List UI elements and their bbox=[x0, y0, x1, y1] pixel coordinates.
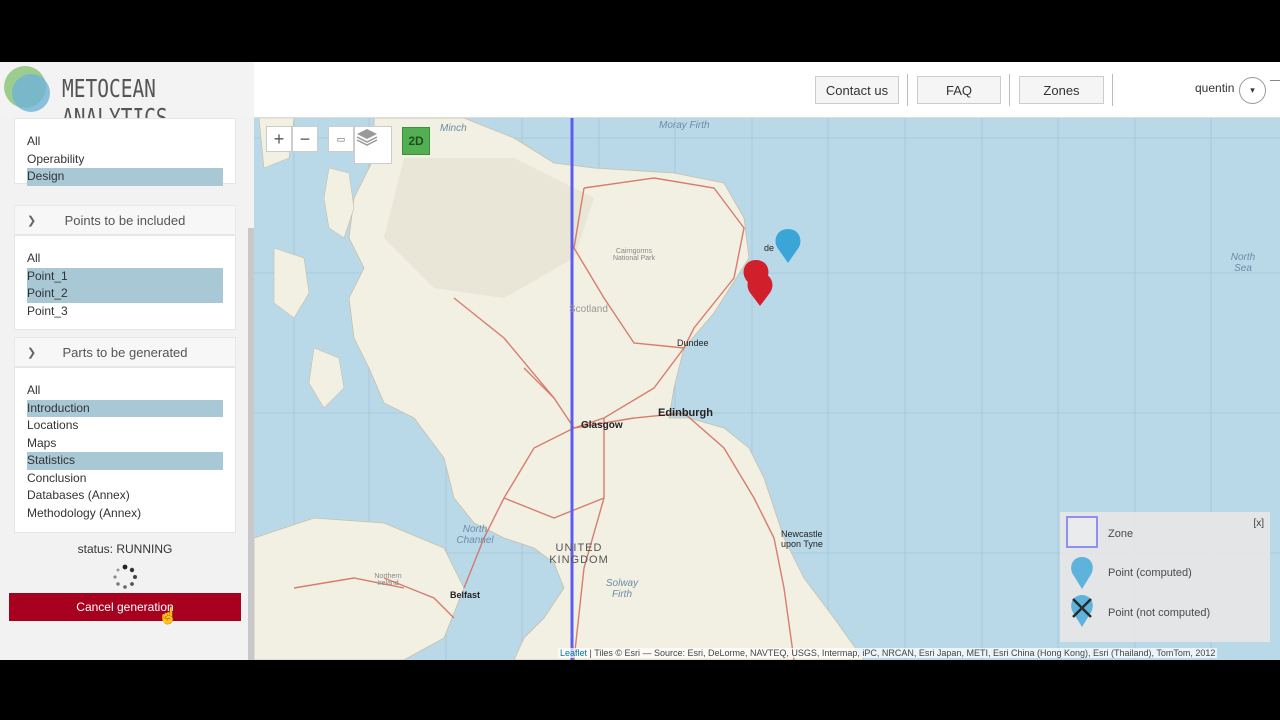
part-option-conclusion[interactable]: Conclusion bbox=[27, 470, 223, 488]
loading-spinner-icon bbox=[113, 564, 137, 589]
place-label-edinburgh: Edinburgh bbox=[658, 407, 713, 419]
legend-label-point-computed: Point (computed) bbox=[1108, 567, 1192, 579]
layers-icon bbox=[356, 129, 378, 146]
legend-close-button[interactable]: [x] bbox=[1253, 518, 1264, 529]
part-option-databases-annex[interactable]: Databases (Annex) bbox=[27, 487, 223, 505]
place-label-glasgow: Glasgow bbox=[581, 420, 623, 431]
type-option-design[interactable]: Design bbox=[27, 168, 223, 186]
map-legend: [x] Zone Point (computed) Point (not com… bbox=[1060, 512, 1270, 642]
menu-edge-icon bbox=[1270, 80, 1280, 81]
place-label-dundee: Dundee bbox=[677, 338, 709, 348]
part-option-introduction[interactable]: Introduction bbox=[27, 399, 223, 417]
sea-label-north-channel: North Channel bbox=[456, 524, 494, 546]
point-option-all[interactable]: All bbox=[27, 250, 223, 268]
part-option-statistics[interactable]: Statistics bbox=[27, 452, 223, 470]
blue-marker-icon bbox=[1071, 557, 1093, 589]
attribution-text: | Tiles © Esri — Source: Esri, DeLorme, … bbox=[589, 648, 1216, 658]
top-header: METOCEAN ANALYTICS Contact us FAQ Zones … bbox=[0, 62, 1280, 132]
sea-label-solway-firth: Solway Firth bbox=[605, 578, 639, 600]
app-window: METOCEAN ANALYTICS Contact us FAQ Zones … bbox=[0, 62, 1280, 660]
user-menu-dropdown[interactable]: ▾ bbox=[1239, 77, 1266, 104]
sea-label-north-sea: North Sea bbox=[1230, 252, 1256, 274]
generation-status: status: RUNNING bbox=[77, 542, 173, 556]
points-panel-title: Points to be included bbox=[64, 213, 186, 228]
legend-label-zone: Zone bbox=[1108, 528, 1134, 540]
zoom-in-button[interactable]: + bbox=[266, 126, 292, 152]
fullscreen-button[interactable]: ▭ bbox=[328, 126, 354, 152]
logo-blue-circle bbox=[12, 74, 50, 112]
hand-cursor-icon: ☝ bbox=[158, 608, 178, 625]
point-option-3[interactable]: Point_3 bbox=[27, 303, 223, 321]
place-label-newcastle: Newcastle upon Tyne bbox=[781, 529, 823, 549]
zone-square-icon bbox=[1066, 516, 1098, 548]
place-label-scotland: Scotland bbox=[569, 304, 608, 315]
username: quentin bbox=[1195, 81, 1235, 95]
chevron-down-icon: ▾ bbox=[1250, 85, 1255, 95]
place-label-northern-ireland: Northern Ireland bbox=[374, 573, 402, 587]
legend-label-point-not-computed: Point (not computed) bbox=[1108, 607, 1211, 619]
sea-label-moray-firth: Moray Firth bbox=[659, 120, 710, 131]
map-view[interactable]: Minch Moray Firth North Sea North Channe… bbox=[254, 118, 1280, 660]
type-option-all[interactable]: All bbox=[27, 133, 223, 151]
header-divider bbox=[1112, 74, 1113, 106]
part-option-locations[interactable]: Locations bbox=[27, 417, 223, 435]
parts-list: All Introduction Locations Maps Statisti… bbox=[14, 367, 236, 533]
map-attribution: Leaflet | Tiles © Esri — Source: Esri, D… bbox=[558, 648, 1218, 658]
place-label-aberdeen: de bbox=[764, 243, 775, 253]
parts-panel-title: Parts to be generated bbox=[62, 345, 188, 360]
type-option-operability[interactable]: Operability bbox=[27, 151, 223, 169]
part-option-all[interactable]: All bbox=[27, 382, 223, 400]
sidebar: All Operability Design ❯ Points to be in… bbox=[0, 118, 254, 660]
faq-button[interactable]: FAQ bbox=[917, 76, 1001, 104]
points-panel-header[interactable]: ❯ Points to be included bbox=[14, 205, 236, 235]
place-label-cairngorms: Cairngorms National Park bbox=[612, 248, 656, 262]
header-divider bbox=[1009, 74, 1010, 106]
header-divider bbox=[907, 74, 908, 106]
cancel-generation-button[interactable]: Cancel generation bbox=[9, 593, 241, 621]
report-type-list: All Operability Design bbox=[14, 118, 236, 186]
layers-button[interactable] bbox=[354, 126, 392, 164]
place-label-united-kingdom: UNITED KINGDOM bbox=[549, 542, 609, 566]
crossed-marker-icon bbox=[1071, 595, 1093, 627]
leaflet-link[interactable]: Leaflet bbox=[560, 648, 587, 658]
part-option-methodology-annex[interactable]: Methodology (Annex) bbox=[27, 505, 223, 523]
part-option-maps[interactable]: Maps bbox=[27, 435, 223, 453]
fullscreen-icon: ▭ bbox=[336, 133, 346, 144]
point-option-2[interactable]: Point_2 bbox=[27, 285, 223, 303]
zones-button[interactable]: Zones bbox=[1019, 76, 1104, 104]
parts-panel-header[interactable]: ❯ Parts to be generated bbox=[14, 337, 236, 367]
zoom-out-button[interactable]: − bbox=[292, 126, 318, 152]
logo[interactable]: METOCEAN ANALYTICS bbox=[0, 62, 254, 132]
place-label-belfast: Belfast bbox=[450, 590, 481, 600]
points-list: All Point_1 Point_2 Point_3 bbox=[14, 235, 236, 330]
point-option-1[interactable]: Point_1 bbox=[27, 267, 223, 285]
sea-label-minch: Minch bbox=[440, 123, 467, 134]
2d-mode-toggle[interactable]: 2D bbox=[402, 127, 430, 155]
contact-us-button[interactable]: Contact us bbox=[815, 76, 899, 104]
